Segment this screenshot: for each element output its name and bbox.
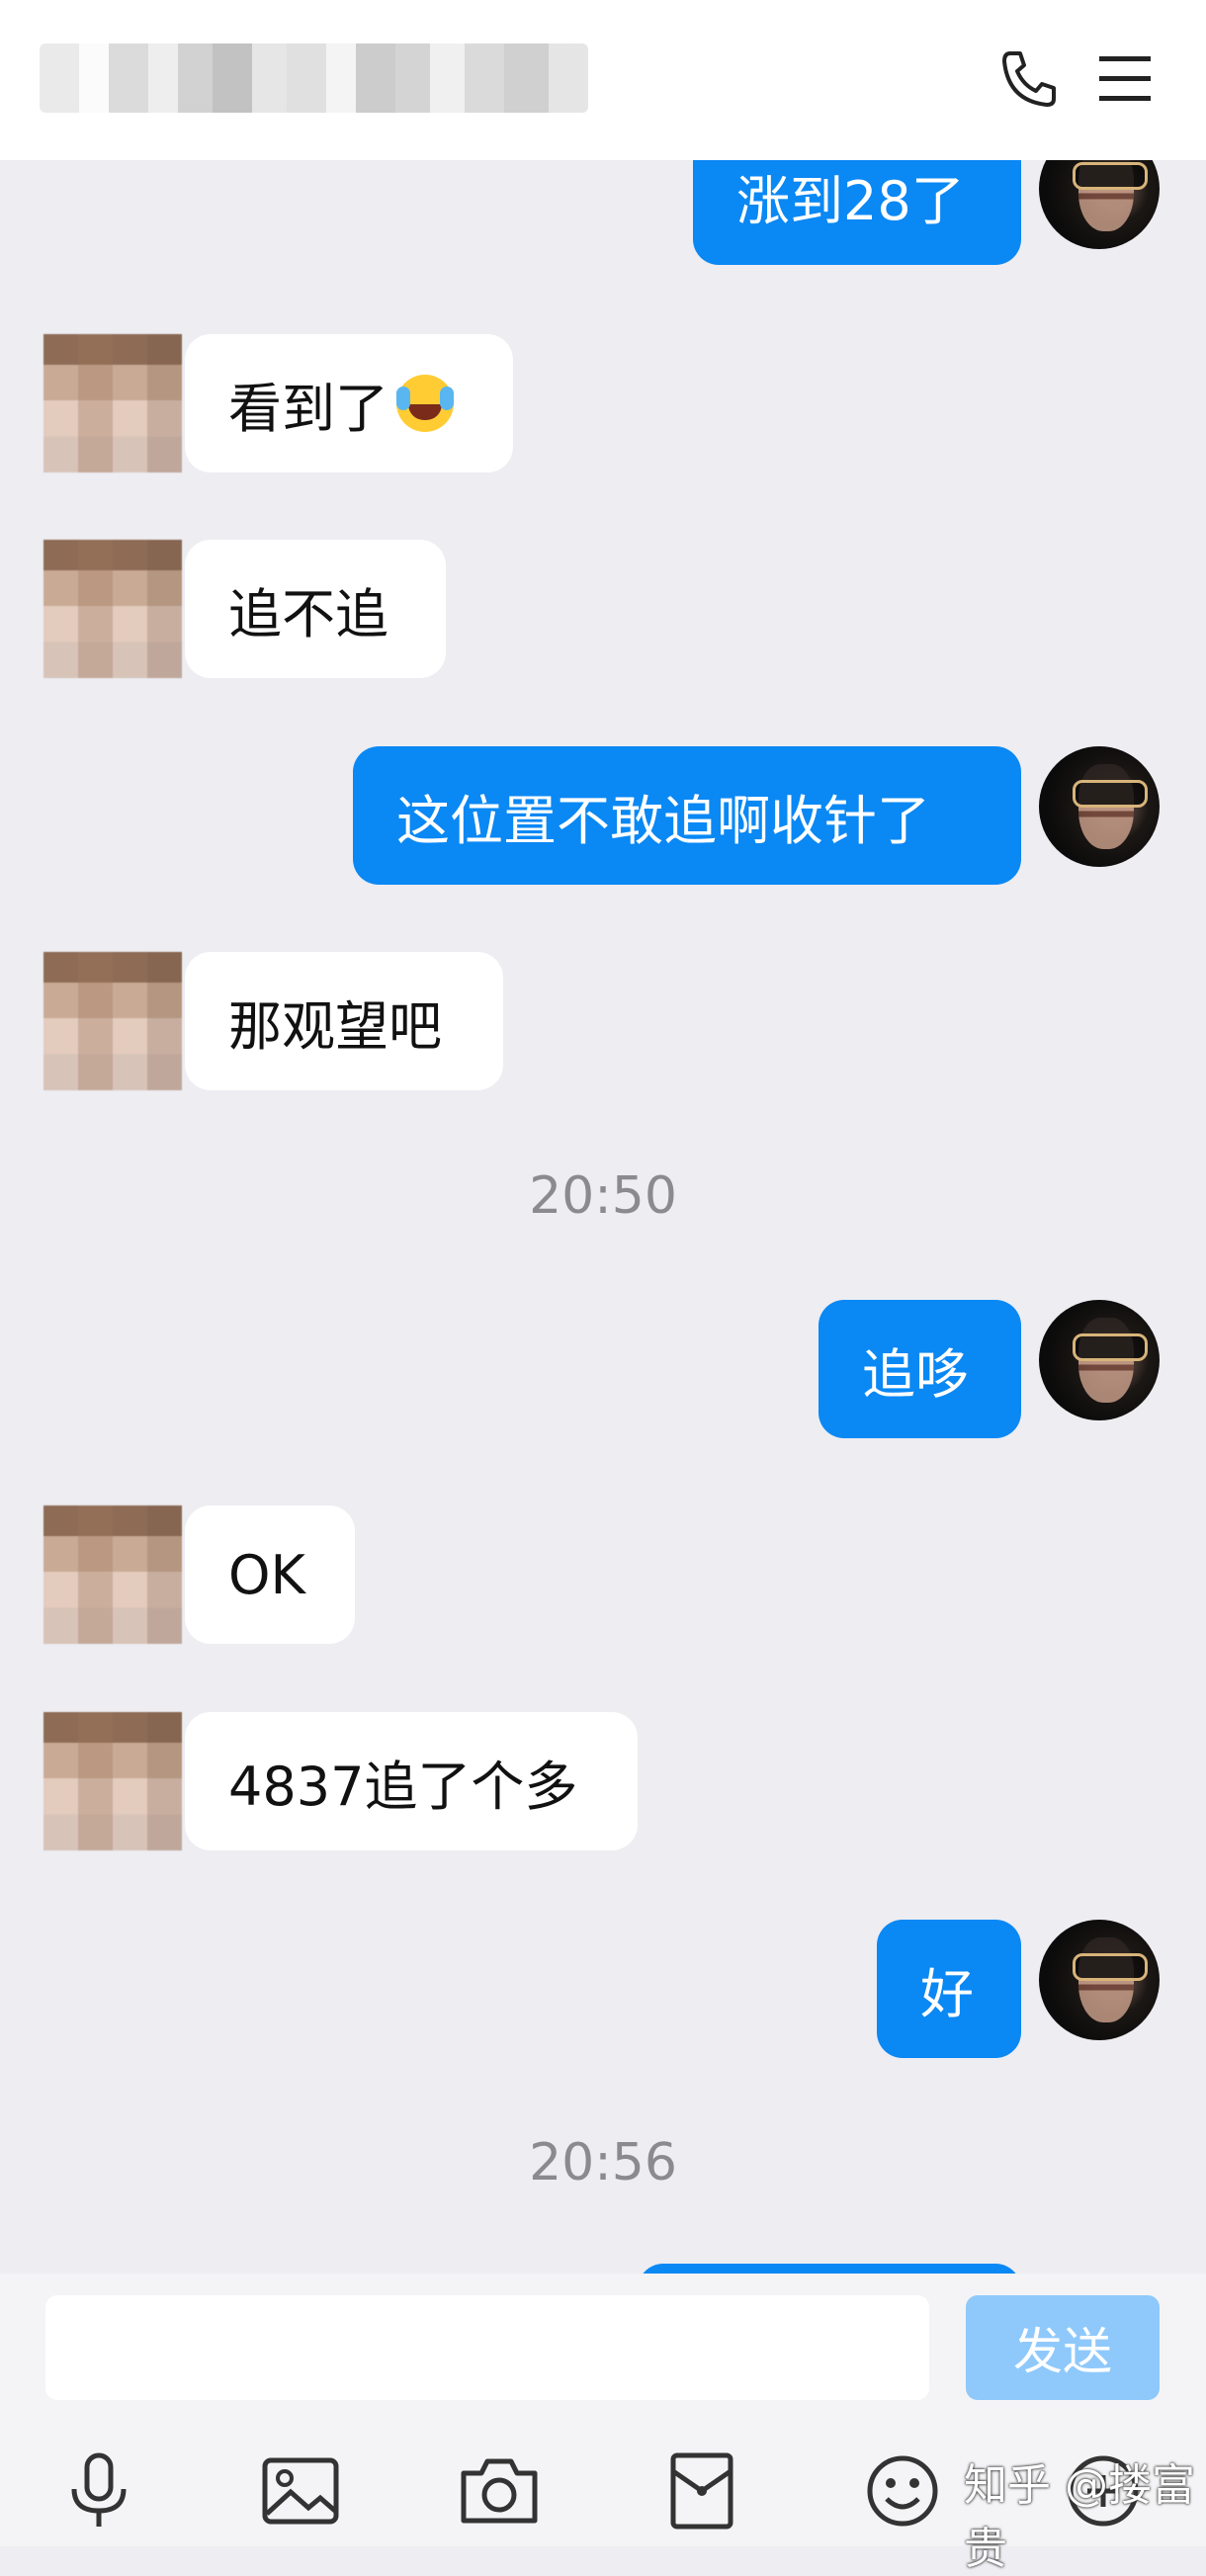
send-button[interactable]: 发送 [966,2295,1160,2400]
contact-avatar-blurred[interactable] [43,334,182,472]
watermark: 知乎 @搂富贵 [964,2460,1195,2574]
my-avatar[interactable] [1039,1920,1160,2040]
red-packet-icon[interactable] [652,2442,751,2540]
image-icon[interactable] [251,2442,350,2540]
menu-icon[interactable] [1085,40,1164,119]
incoming-bubble[interactable]: 那观望吧 [185,952,503,1090]
incoming-bubble[interactable]: OK [185,1505,355,1644]
phone-icon[interactable] [989,40,1068,119]
contact-avatar-blurred[interactable] [43,1505,182,1644]
microphone-icon[interactable] [49,2442,148,2540]
timestamp: 20:56 [529,2133,677,2192]
message-text: 看到了 [228,377,388,440]
chat-header [0,0,1206,160]
message-input[interactable] [45,2295,929,2400]
my-avatar[interactable] [1039,1300,1160,1420]
contact-avatar-blurred[interactable] [43,952,182,1090]
joy-emoji-icon [396,375,454,432]
incoming-bubble[interactable]: 看到了 [185,334,513,472]
chat-title-blurred [40,43,588,113]
contact-avatar-blurred[interactable] [43,540,182,678]
camera-icon[interactable] [450,2442,549,2540]
contact-avatar-blurred[interactable] [43,1712,182,1850]
incoming-bubble[interactable]: 4837追了个多 [185,1712,638,1850]
my-avatar[interactable] [1039,746,1160,867]
incoming-bubble[interactable]: 追不追 [185,540,446,678]
smiley-icon[interactable] [853,2442,952,2540]
timestamp: 20:50 [529,1166,677,1226]
outgoing-bubble[interactable]: 这位置不敢追啊收针了 [353,746,1021,885]
outgoing-bubble[interactable]: 追哆 [818,1300,1021,1438]
outgoing-bubble[interactable]: 好 [877,1920,1021,2058]
